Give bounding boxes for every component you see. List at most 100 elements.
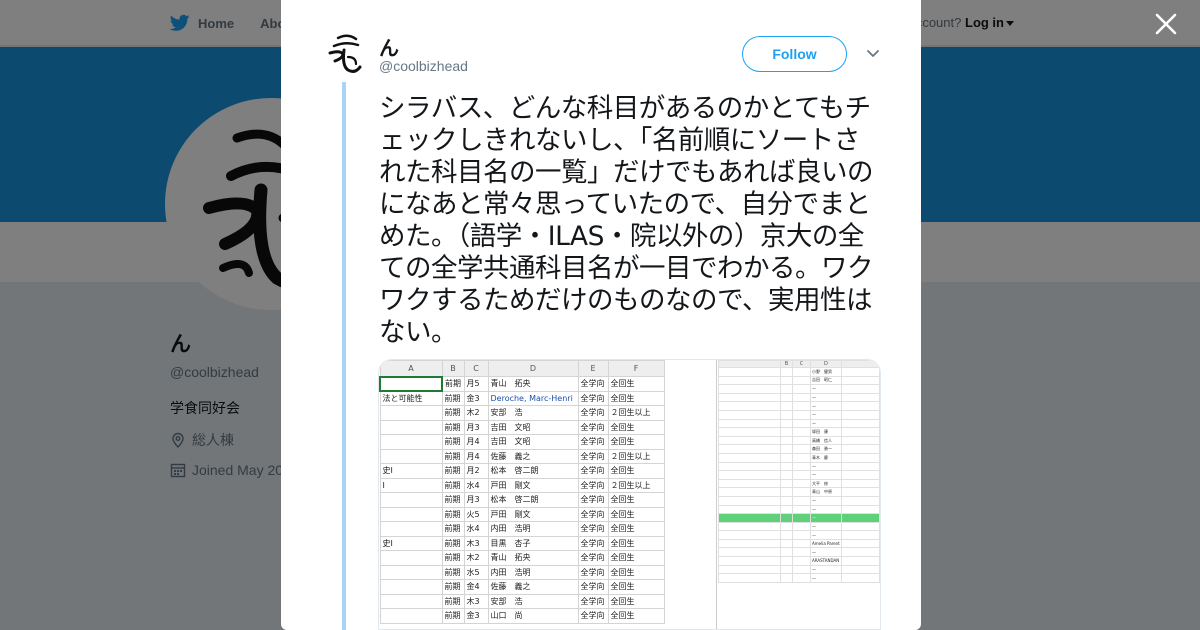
spreadsheet-2-cell (792, 384, 811, 394)
spreadsheet-cell: 前期 (441, 434, 465, 450)
spreadsheet-cell: 全学向 (577, 564, 609, 580)
spreadsheet-cell (379, 506, 443, 522)
follow-button[interactable]: Follow (742, 36, 847, 72)
spreadsheet-2-header-row: BCD (718, 360, 880, 368)
spreadsheet-row: Ⅰ 前期 水4 戸田 剛文 全学向 ２回生以上 (379, 477, 665, 493)
spreadsheet-image-1[interactable]: A B C D E F 前期 月5 青山 拓央 全学向 全回生 法と可能性 前期 金3 Deroche, M… (379, 360, 717, 629)
column-header: D (487, 360, 579, 377)
spreadsheet-2-cell: — (810, 573, 842, 583)
spreadsheet-2-cell (718, 564, 781, 575)
spreadsheet-2-cell: — (810, 384, 842, 394)
spreadsheet-cell: 全学向 (577, 579, 609, 595)
spreadsheet-2-cell (718, 573, 781, 583)
spreadsheet-cell (379, 593, 443, 609)
spreadsheet-row: 前期 木2 青山 拓央 全学向 全回生 (379, 550, 665, 566)
column-header: E (577, 360, 609, 377)
author-name[interactable]: ん (379, 32, 399, 61)
spreadsheet-2-cell (792, 427, 811, 437)
spreadsheet-row: 前期 金3 山口 尚全学向 全回生 (379, 608, 665, 624)
spreadsheet-2-cell (792, 513, 811, 523)
spreadsheet-2-cell: — (810, 504, 842, 515)
spreadsheet-cell: 全学向 (577, 608, 609, 624)
spreadsheet-row: 前期 金4 佐藤 義之 全学向 全回生 (379, 579, 665, 595)
spreadsheet-cell: 前期 (441, 390, 465, 406)
spreadsheet-2-cell (840, 427, 880, 437)
spreadsheet-cell: 全学向 (577, 506, 609, 522)
spreadsheet-cell: 前期 (441, 521, 465, 537)
spreadsheet-cell: 全回生 (607, 550, 665, 566)
author-avatar[interactable] (326, 30, 366, 76)
spreadsheet-2-cell (840, 573, 880, 583)
spreadsheet-2-cell (840, 461, 880, 472)
spreadsheet-2-cell (792, 444, 811, 454)
spreadsheet-2-cell (718, 513, 781, 523)
chevron-down-icon[interactable] (866, 48, 880, 60)
spreadsheet-2-cell: — (810, 418, 842, 429)
spreadsheet-cell: 火5 (463, 506, 489, 522)
spreadsheet-2-cell: 森田 勇一 (810, 444, 842, 454)
spreadsheet-2-cell (780, 521, 793, 532)
spreadsheet-row: 前期 月4 佐藤 義之 全学向 ２回生以上 (379, 448, 665, 464)
spreadsheet-cell: 月2 (463, 463, 489, 479)
spreadsheet-2-cell (780, 409, 793, 420)
spreadsheet-2-cell: 大平 修 (810, 478, 842, 489)
spreadsheet-2-cell (718, 409, 781, 420)
close-icon[interactable] (1154, 12, 1178, 36)
spreadsheet-2-cell (792, 392, 811, 403)
spreadsheet-cell: 全学向 (577, 463, 609, 479)
spreadsheet-2-row: — (718, 401, 880, 411)
spreadsheet-cell: 金3 (463, 390, 489, 406)
spreadsheet-cell: 前期 (441, 579, 465, 595)
spreadsheet-2-cell (780, 435, 793, 446)
spreadsheet-image-2[interactable]: B C D 小野 健男 吉田 昭仁 — — — — — 塚田 康高橋 信人 森田 勇一 青木 慶 — — 大平… (718, 360, 880, 629)
spreadsheet-cell: 全学向 (577, 593, 609, 609)
spreadsheet-2-cell (792, 573, 811, 583)
spreadsheet-cell: 内田 浩明 (487, 564, 579, 580)
spreadsheet-2-cell (840, 384, 880, 394)
spreadsheet-2-cell (718, 384, 781, 394)
spreadsheet-2-cell (792, 461, 811, 472)
spreadsheet-2-cell (780, 461, 793, 472)
spreadsheet-cell: 戸田 剛文 (487, 477, 579, 493)
spreadsheet-cell: 前期 (441, 593, 465, 609)
spreadsheet-cell: ２回生以上 (607, 405, 665, 421)
spreadsheet-cell: 前期 (441, 492, 465, 508)
spreadsheet-cell: 吉田 文昭 (487, 419, 579, 435)
spreadsheet-2-row: — (718, 504, 880, 515)
author-handle[interactable]: @coolbizhead (379, 58, 468, 74)
spreadsheet-cell: 前期 (441, 564, 465, 580)
spreadsheet-2-cell (718, 478, 781, 489)
spreadsheet-cell: 全学向 (577, 376, 609, 392)
spreadsheet-2-cell (840, 495, 880, 506)
spreadsheet-cell: 佐藤 義之 (487, 448, 579, 464)
spreadsheet-cell: 全回生 (607, 419, 665, 435)
spreadsheet-cell: 史Ⅰ (379, 535, 443, 551)
spreadsheet-cell: 月4 (463, 434, 489, 450)
spreadsheet-2-cell: — (810, 401, 842, 411)
spreadsheet-cell: 前期 (441, 608, 465, 624)
spreadsheet-2-cell (792, 478, 811, 489)
spreadsheet-2-cell: — (810, 521, 842, 532)
spreadsheet-2-cell (718, 375, 781, 386)
spreadsheet-2-cell (780, 495, 793, 506)
spreadsheet-cell (379, 375, 443, 392)
tweet-media[interactable]: A B C D E F 前期 月5 青山 拓央 全学向 全回生 法と可能性 前期 金3 Deroche, M… (378, 359, 881, 630)
spreadsheet-2-cell (792, 435, 811, 446)
spreadsheet-2-row: 青山 中原 (718, 487, 880, 497)
spreadsheet-2-cell (718, 556, 781, 566)
spreadsheet-2-row: — (718, 392, 880, 403)
spreadsheet-table: A B C D E F 前期 月5 青山 拓央 全学向 全回生 法と可能性 前期 金3 Deroche, M… (379, 360, 665, 624)
spreadsheet-cell: 吉田 文昭 (487, 434, 579, 450)
spreadsheet-cell: 全回生 (607, 434, 665, 450)
spreadsheet-cell: 全回生 (607, 492, 665, 508)
spreadsheet-2-cell (780, 401, 793, 411)
spreadsheet-2-cell (780, 487, 793, 497)
spreadsheet-2-cell: ARASTANDAN (810, 556, 842, 566)
spreadsheet-2-cell (718, 504, 781, 515)
spreadsheet-2-cell: 高橋 信人 (810, 435, 842, 446)
spreadsheet-cell: 木2 (463, 405, 489, 421)
spreadsheet-cell: 目黒 杏子 (487, 535, 579, 551)
spreadsheet-2-cell (840, 504, 880, 515)
spreadsheet-2-cell (780, 392, 793, 403)
spreadsheet-2-cell: — (810, 530, 842, 540)
